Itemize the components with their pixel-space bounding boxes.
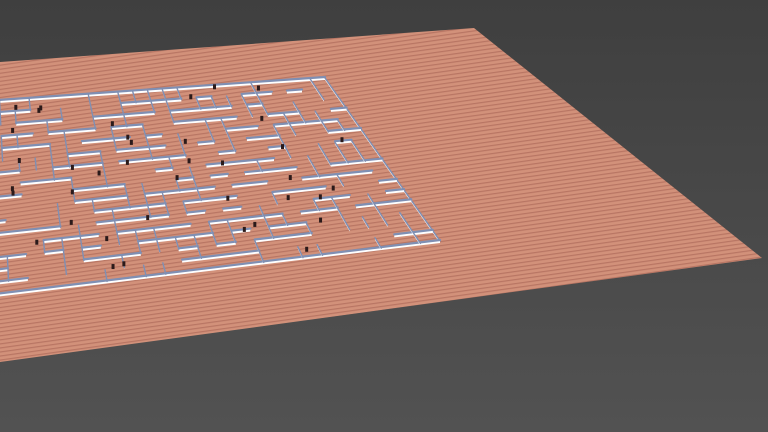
maze-agent [242,226,246,232]
maze-agent [146,215,150,221]
maze-agent [126,134,130,140]
maze-agent [97,170,101,176]
maze-agent [70,189,74,195]
maze-scene [0,0,768,432]
maze-agent [14,104,18,110]
maze-agent [288,175,292,181]
maze-agent [35,239,39,245]
maze-agent [69,219,73,225]
maze-agent [125,159,129,165]
maze-agent [122,261,126,267]
maze-wall-top [329,106,348,110]
maze-agent [17,157,21,163]
maze-agent [260,115,264,121]
maze-agent [39,105,43,111]
maze-agent [340,137,344,143]
maze-agent [213,84,217,90]
maze-agent [70,164,74,170]
maze-agent [111,264,115,270]
maze-agent [11,190,15,196]
maze-agent [10,186,14,192]
maze-agent [319,217,323,223]
maze-wall-top [285,88,304,92]
maze-agent [110,121,114,127]
maze-agent [281,144,285,150]
maze-agent [187,158,191,164]
maze-agent [175,175,179,181]
maze-agent [221,160,225,166]
maze-wall-top [144,133,163,137]
maze-agent [189,94,193,100]
maze-wall-top [217,149,237,154]
maze-agent [226,195,230,201]
maze-wall-top [195,95,213,99]
maze-agent [305,246,309,252]
maze-wall-top [14,111,17,125]
maze-agent [129,139,133,145]
maze-agent [105,236,109,242]
maze-agent [183,138,187,144]
maze-agent [331,185,335,191]
maze-agent [318,194,322,200]
maze-agent [286,195,290,201]
maze-wall-top [245,102,264,106]
maze-agent [253,221,257,227]
maze-agent [11,127,15,133]
3d-viewport[interactable] [0,0,768,432]
maze-wall-top [196,139,216,144]
maze-agent [256,85,260,91]
maze-wall-top [16,134,19,149]
